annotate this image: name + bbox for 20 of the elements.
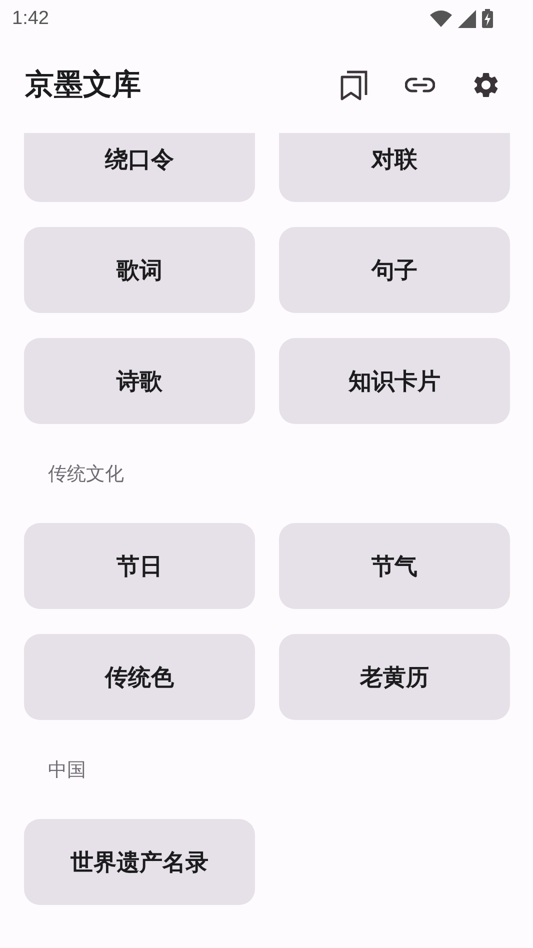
category-button[interactable]: 句子 bbox=[279, 227, 510, 313]
category-button[interactable]: 传统色 bbox=[24, 634, 255, 720]
category-button[interactable]: 知识卡片 bbox=[279, 338, 510, 424]
section-heading: 中国 bbox=[47, 758, 87, 782]
category-button[interactable]: 节气 bbox=[279, 523, 510, 609]
section-heading: 传统文化 bbox=[47, 462, 125, 486]
battery-icon bbox=[482, 9, 493, 28]
bookmarks-icon bbox=[340, 69, 368, 101]
category-button[interactable]: 对联 bbox=[279, 133, 510, 202]
category-button[interactable]: 世界遗产名录 bbox=[24, 819, 255, 905]
category-button[interactable]: 老黄历 bbox=[279, 634, 510, 720]
category-button[interactable]: 诗歌 bbox=[24, 338, 255, 424]
category-button[interactable]: 绕口令 bbox=[24, 133, 255, 202]
link-icon bbox=[405, 77, 435, 93]
app-title: 京墨文库 bbox=[25, 66, 141, 103]
signal-icon bbox=[458, 10, 476, 28]
category-button[interactable]: 节日 bbox=[24, 523, 255, 609]
category-button[interactable]: 歌词 bbox=[24, 227, 255, 313]
status-time: 1:42 bbox=[12, 8, 49, 30]
wifi-icon bbox=[430, 10, 452, 27]
